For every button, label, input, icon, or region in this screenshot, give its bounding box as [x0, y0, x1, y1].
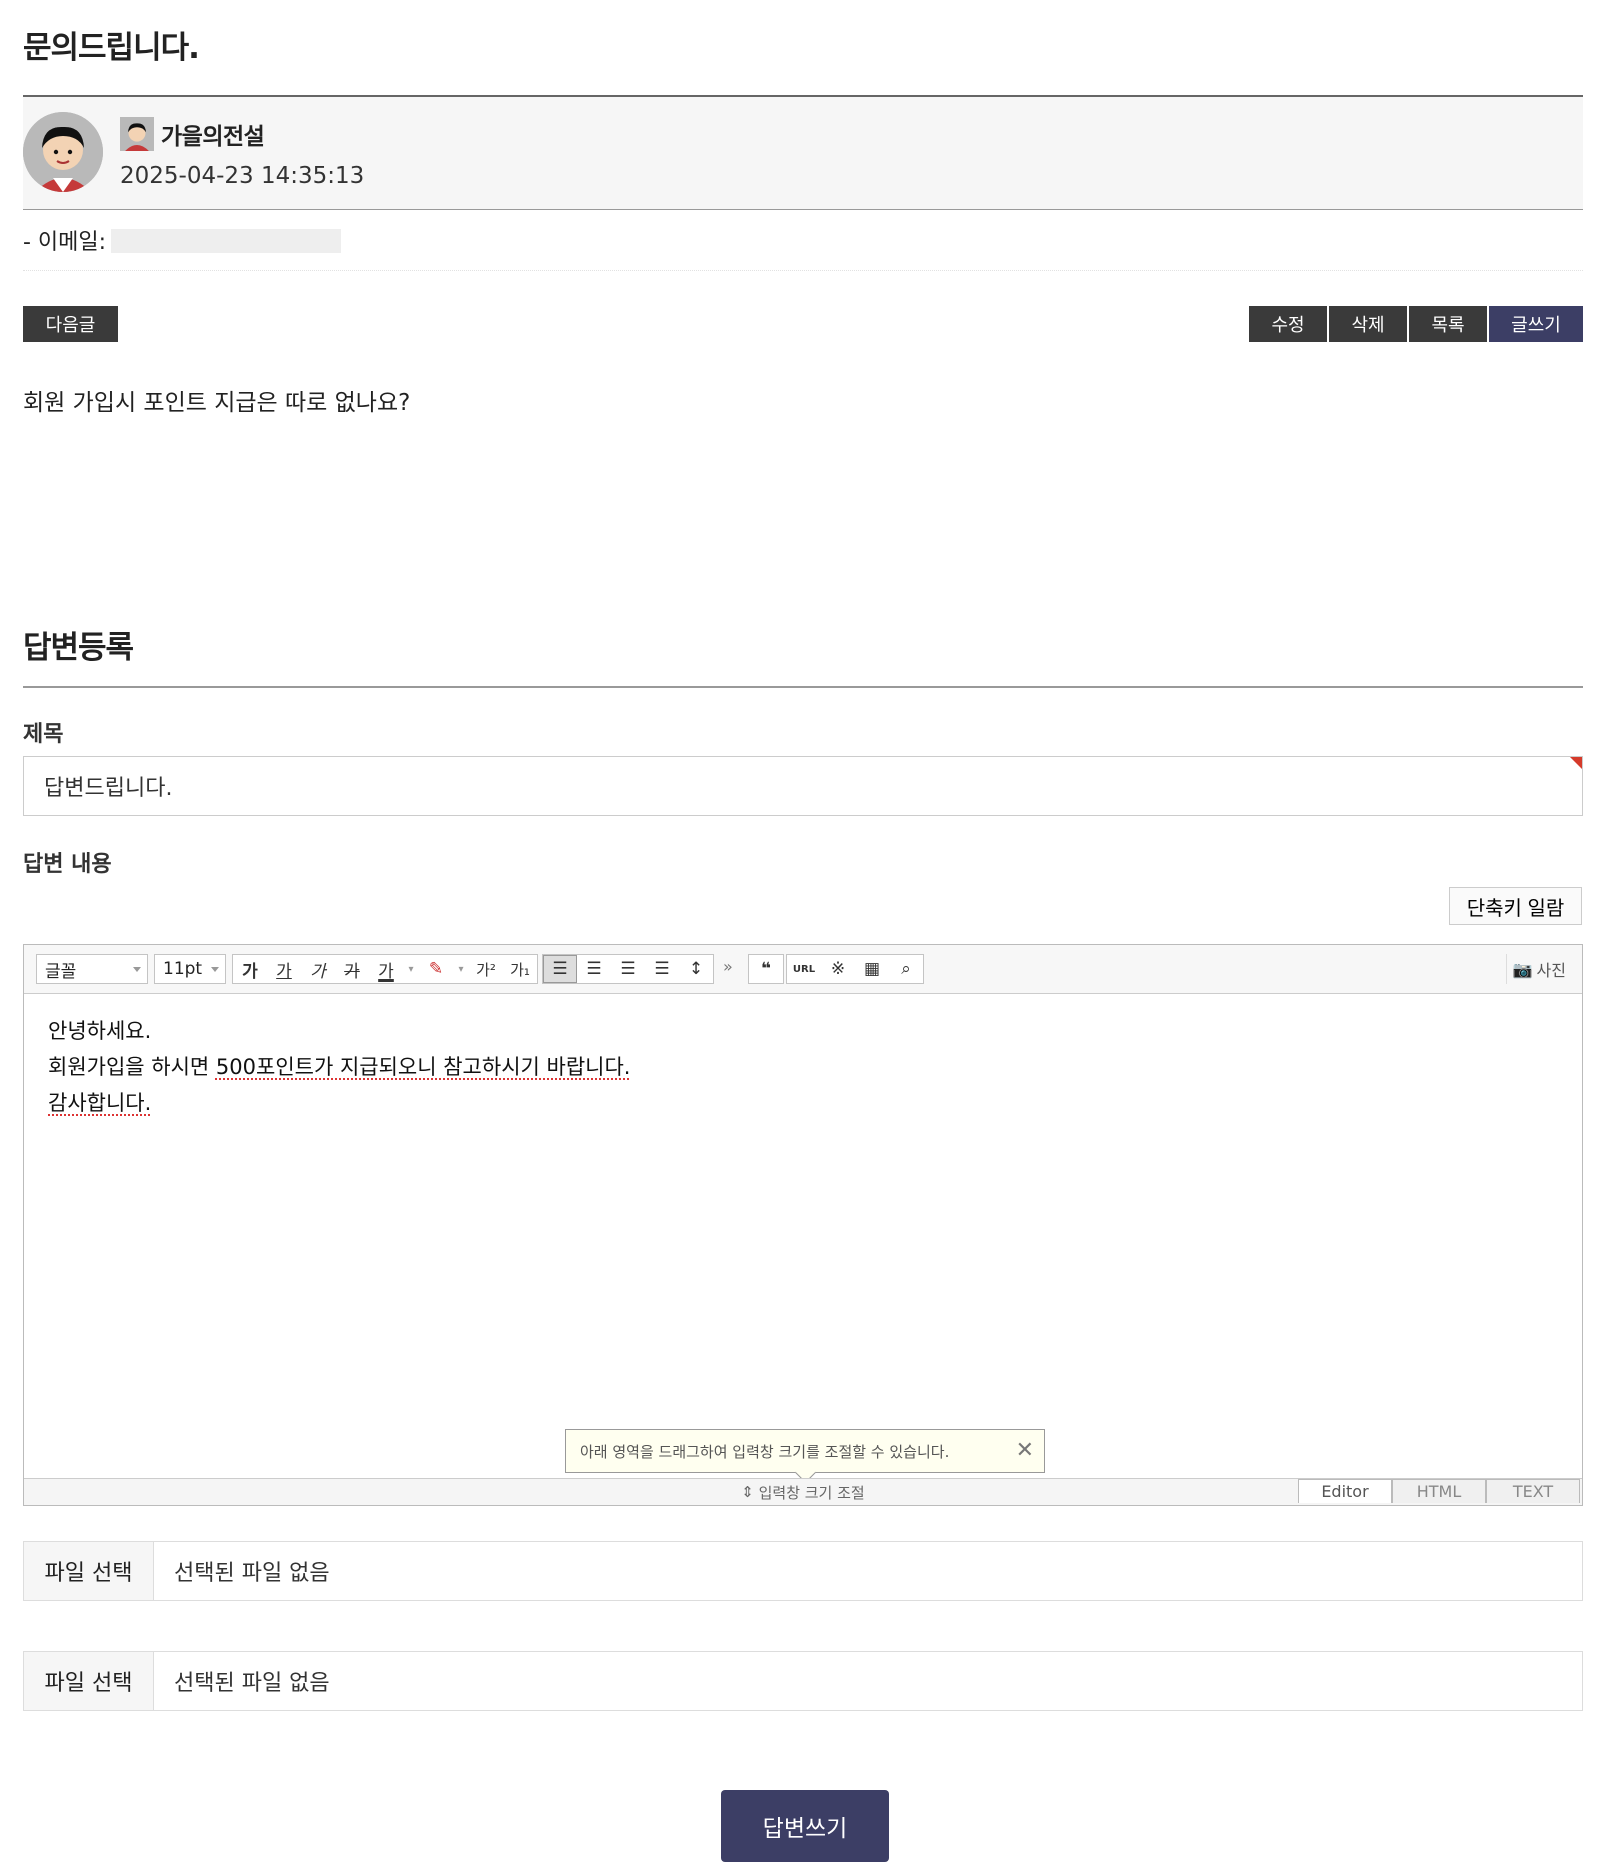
- divider: [23, 686, 1583, 688]
- edit-button[interactable]: 수정: [1249, 306, 1327, 342]
- shortcut-list-button[interactable]: 단축키 일람: [1449, 887, 1582, 925]
- file-choose-button[interactable]: 파일 선택: [24, 1542, 154, 1600]
- tab-text[interactable]: TEXT: [1486, 1479, 1580, 1503]
- align-right-icon[interactable]: ☰: [611, 955, 645, 983]
- file-input-2[interactable]: 파일 선택 선택된 파일 없음: [23, 1651, 1583, 1711]
- resize-icon: ⇕: [741, 1483, 759, 1501]
- strikethrough-icon[interactable]: 가: [335, 955, 369, 983]
- submit-reply-button[interactable]: 답변쓰기: [721, 1790, 889, 1862]
- editor-line: 감사합니다.: [48, 1091, 152, 1115]
- font-select-value: 글꼴: [45, 961, 77, 982]
- underline-icon[interactable]: 가: [267, 955, 301, 983]
- delete-button[interactable]: 삭제: [1329, 306, 1407, 342]
- tab-html[interactable]: HTML: [1392, 1479, 1486, 1503]
- font-family-select[interactable]: 글꼴: [36, 954, 148, 984]
- post-header: 가을의전설 2025-04-23 14:35:13: [23, 95, 1583, 210]
- editor-line: 안녕하세요.: [48, 1019, 152, 1043]
- email-row: - 이메일:: [23, 224, 1583, 271]
- bold-icon[interactable]: 가: [233, 955, 267, 983]
- font-color-icon[interactable]: 가: [369, 955, 403, 983]
- author-icon: [120, 117, 154, 151]
- resize-handle[interactable]: ⇕ 입력창 크기 조절 Editor HTML TEXT: [24, 1478, 1582, 1505]
- align-justify-icon[interactable]: ☰: [645, 955, 679, 983]
- link-icon[interactable]: URL: [787, 955, 821, 983]
- align-left-icon[interactable]: ☰: [543, 955, 577, 983]
- email-label: - 이메일:: [23, 230, 107, 255]
- editor-line: 회원가입을 하시면 500포인트가 지급되오니 참고하시기 바랍니다.: [48, 1049, 630, 1085]
- mode-tabs: Editor HTML TEXT: [1298, 1479, 1580, 1503]
- subject-input[interactable]: 답변드립니다.: [23, 756, 1583, 816]
- close-icon[interactable]: ✕: [1016, 1438, 1034, 1463]
- file-input-1[interactable]: 파일 선택 선택된 파일 없음: [23, 1541, 1583, 1601]
- align-group: ☰ ☰ ☰ ☰ ↕: [542, 954, 714, 984]
- table-icon[interactable]: ▦: [855, 955, 889, 983]
- photo-upload-button[interactable]: 📷 사진: [1505, 954, 1572, 984]
- author-name[interactable]: 가을의전설: [161, 117, 265, 151]
- superscript-icon[interactable]: 가²: [469, 955, 503, 983]
- next-post-button[interactable]: 다음글: [23, 306, 118, 342]
- text-style-group: 가 가 가 가 가 ▾ ✎ ▾ 가² 가₁: [232, 954, 538, 984]
- quote-icon[interactable]: ❝: [749, 955, 783, 983]
- list-button[interactable]: 목록: [1409, 306, 1487, 342]
- reply-section-title: 답변등록: [23, 630, 134, 666]
- resize-tooltip: 아래 영역을 드래그하여 입력창 크기를 조절할 수 있습니다. ✕: [565, 1429, 1045, 1484]
- editor-line-text: 회원가입을 하시면: [48, 1055, 216, 1079]
- required-marker: [1570, 757, 1582, 769]
- rich-text-editor[interactable]: 글꼴 11pt 가 가 가 가 가 ▾ ✎ ▾ 가² 가₁ ☰ ☰ ☰ ☰ ↕ …: [23, 944, 1583, 1506]
- font-color-dropdown-icon[interactable]: ▾: [403, 955, 419, 983]
- post-content: 회원 가입시 포인트 지급은 따로 없나요?: [23, 390, 411, 416]
- align-center-icon[interactable]: ☰: [577, 955, 611, 983]
- file-choose-button[interactable]: 파일 선택: [24, 1652, 154, 1710]
- subscript-icon[interactable]: 가₁: [503, 955, 537, 983]
- highlight-dropdown-icon[interactable]: ▾: [453, 955, 469, 983]
- tooltip-text: 아래 영역을 드래그하여 입력창 크기를 조절할 수 있습니다.: [580, 1442, 950, 1461]
- camera-icon: 📷: [1512, 959, 1533, 979]
- size-select-value: 11pt: [163, 959, 203, 979]
- quote-group: ❝: [748, 954, 784, 984]
- post-datetime: 2025-04-23 14:35:13: [120, 163, 365, 189]
- editor-content[interactable]: 안녕하세요. 회원가입을 하시면 500포인트가 지급되오니 참고하시기 바랍니…: [48, 1013, 630, 1121]
- editor-toolbar: 글꼴 11pt 가 가 가 가 가 ▾ ✎ ▾ 가² 가₁ ☰ ☰ ☰ ☰ ↕ …: [24, 945, 1582, 994]
- resize-label: 입력창 크기 조절: [758, 1483, 865, 1502]
- subject-label: 제목: [23, 722, 64, 747]
- highlight-icon[interactable]: ✎: [419, 955, 453, 983]
- special-char-icon[interactable]: ※: [821, 955, 855, 983]
- content-label: 답변 내용: [23, 852, 112, 877]
- find-icon[interactable]: ⌕: [889, 955, 923, 983]
- file-status: 선택된 파일 없음: [174, 1561, 330, 1586]
- tab-editor[interactable]: Editor: [1298, 1479, 1392, 1503]
- font-size-select[interactable]: 11pt: [154, 954, 226, 984]
- avatar: [23, 112, 103, 192]
- insert-group: URL ※ ▦ ⌕: [786, 954, 924, 984]
- italic-icon[interactable]: 가: [301, 955, 335, 983]
- photo-label: 사진: [1536, 961, 1566, 980]
- subject-value: 답변드립니다.: [44, 776, 173, 801]
- write-button[interactable]: 글쓰기: [1489, 306, 1583, 342]
- page-title: 문의드립니다.: [23, 30, 200, 66]
- file-status: 선택된 파일 없음: [174, 1671, 330, 1696]
- more-tools-icon[interactable]: »: [723, 957, 733, 976]
- email-redacted: [111, 229, 341, 253]
- line-height-icon[interactable]: ↕: [679, 955, 713, 983]
- editor-line-text: 500포인트가 지급되오니 참고하시기 바랍니다.: [215, 1055, 631, 1079]
